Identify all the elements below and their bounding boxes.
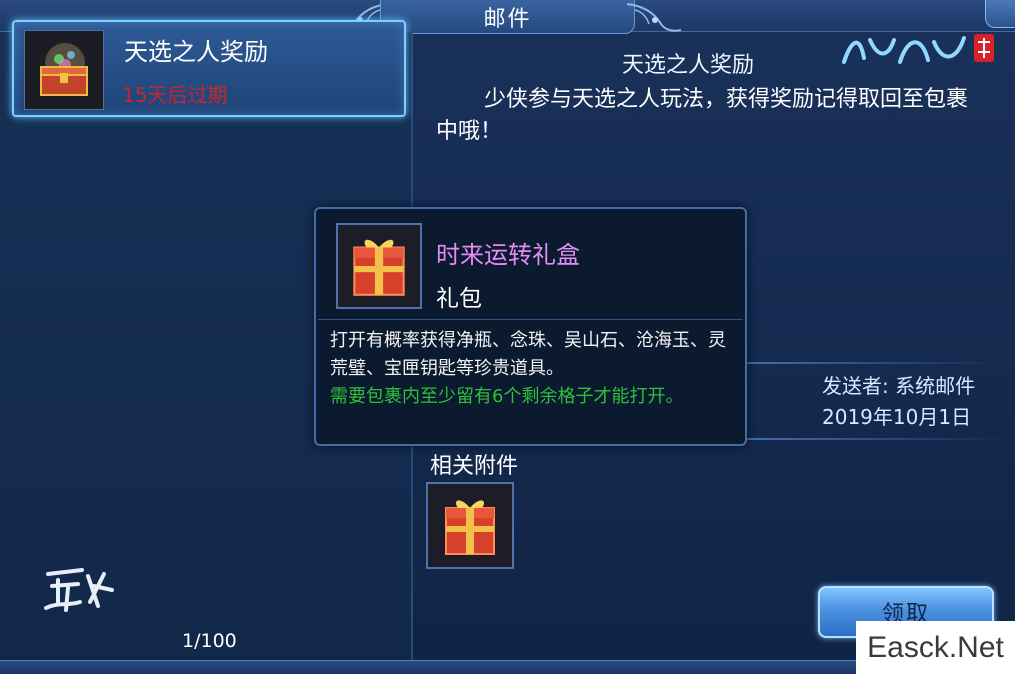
mail-date: 2019年10月1日 — [822, 405, 972, 429]
tooltip-item-name: 时来运转礼盒 — [436, 241, 580, 269]
title-ornament-right — [626, 3, 682, 32]
game-logo — [842, 34, 994, 64]
gift-box-icon — [445, 499, 495, 555]
mail-window: 邮件 天选之人奖励 15天后过期 1/100 天选之人奖励 少侠参与天选之人玩法… — [0, 0, 1015, 674]
studio-logo — [44, 568, 114, 612]
attachments-label: 相关附件 — [430, 454, 519, 479]
mail-body: 少侠参与天选之人玩法，获得奖励记得取回至包裹中哦！ — [436, 87, 969, 144]
treasure-chest-icon — [24, 30, 104, 110]
window-title: 邮件 — [380, 0, 635, 34]
tooltip-item-type: 礼包 — [436, 286, 482, 312]
gift-box-icon — [336, 223, 422, 309]
mail-subject: 天选之人奖励 — [622, 53, 755, 78]
attachment-slot[interactable] — [426, 482, 514, 569]
tooltip-description: 打开有概率获得净瓶、念珠、吴山石、沧海玉、灵荒璧、宝匣钥匙等珍贵道具。 — [330, 330, 726, 379]
tooltip-separator — [318, 319, 743, 320]
watermark: Easck.Net — [856, 621, 1015, 674]
mail-sender: 发送者: 系统邮件 — [822, 374, 976, 398]
mail-list-item-selected[interactable]: 天选之人奖励 15天后过期 — [12, 20, 406, 117]
mail-item-title: 天选之人奖励 — [124, 38, 268, 66]
close-button[interactable] — [985, 0, 1015, 28]
mail-item-expire: 15天后过期 — [122, 83, 228, 107]
item-tooltip: 时来运转礼盒 礼包 打开有概率获得净瓶、念珠、吴山石、沧海玉、灵荒璧、宝匣钥匙等… — [314, 207, 747, 446]
tooltip-note: 需要包裹内至少留有6个剩余格子才能打开。 — [330, 386, 684, 407]
page-count: 1/100 — [182, 630, 237, 652]
